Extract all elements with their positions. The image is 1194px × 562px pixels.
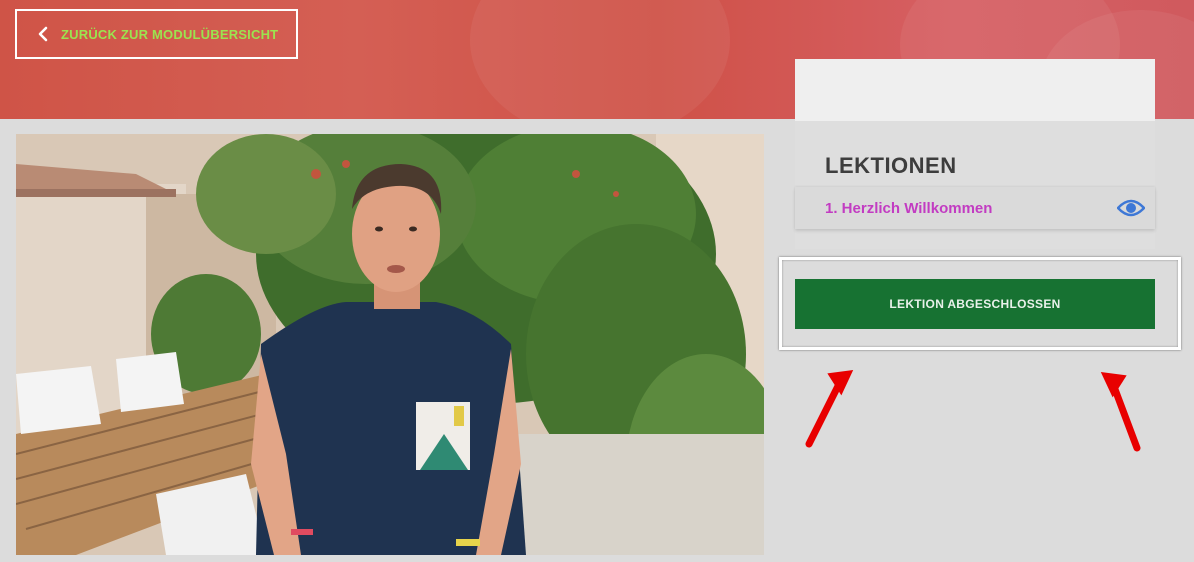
- back-to-modules-button[interactable]: ZURÜCK ZUR MODULÜBERSICHT: [15, 9, 298, 59]
- lesson-item[interactable]: 1. Herzlich Willkommen: [795, 187, 1155, 229]
- complete-lesson-label: LEKTION ABGESCHLOSSEN: [889, 297, 1061, 311]
- eye-icon[interactable]: [1117, 198, 1145, 218]
- lesson-item-label: 1. Herzlich Willkommen: [825, 199, 993, 217]
- video-frame: [16, 134, 764, 555]
- back-button-label: ZURÜCK ZUR MODULÜBERSICHT: [61, 26, 279, 42]
- video-player[interactable]: [16, 134, 764, 555]
- lessons-panel: LEKTIONEN 1. Herzlich Willkommen: [795, 59, 1155, 249]
- annotation-arrow-left: [805, 370, 854, 448]
- complete-lesson-button[interactable]: LEKTION ABGESCHLOSSEN: [795, 279, 1155, 329]
- chevron-left-icon: [38, 26, 48, 42]
- lessons-panel-header: [795, 59, 1155, 121]
- lessons-title: LEKTIONEN: [825, 153, 957, 178]
- annotation-arrow-right: [1100, 372, 1141, 452]
